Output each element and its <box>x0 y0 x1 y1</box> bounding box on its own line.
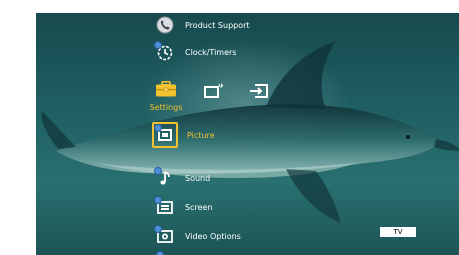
blue-dot-icon <box>154 124 162 132</box>
menu-item-label: Sound <box>185 173 211 183</box>
dolphin-background-image <box>41 41 459 223</box>
menu-item-label: Clock/Timers <box>185 47 237 57</box>
input-source-badge: TV <box>380 227 416 237</box>
music-note-icon <box>154 167 176 189</box>
phone-icon <box>154 14 176 36</box>
screen-icon <box>154 196 176 218</box>
blue-dot-icon <box>156 251 164 255</box>
external-inputs-icon[interactable] <box>204 83 224 103</box>
menu-item-clock-timers[interactable]: Clock/Timers <box>154 41 236 63</box>
blue-dot-icon <box>154 196 162 204</box>
menu-item-screen[interactable]: Screen <box>154 196 213 218</box>
input-icon[interactable] <box>249 83 269 103</box>
menu-item-label: Product Support <box>185 20 250 30</box>
menu-item-label: Video Options <box>185 231 241 241</box>
tv-screen: Product Support Clock/Timers Settings Pi… <box>36 13 459 255</box>
menu-item-sound[interactable]: Sound <box>154 167 210 189</box>
category-settings-label: Settings <box>149 103 183 112</box>
video-options-icon <box>154 225 176 247</box>
blue-dot-icon <box>154 41 162 49</box>
picture-icon <box>152 122 178 148</box>
menu-item-video-options[interactable]: Video Options <box>154 225 241 247</box>
toolbox-icon <box>155 81 177 101</box>
menu-item-label: Screen <box>185 202 213 212</box>
menu-item-label: Picture <box>187 130 215 140</box>
blue-dot-icon <box>154 167 162 175</box>
menu-item-picture[interactable]: Picture <box>152 122 215 148</box>
category-settings[interactable]: Settings <box>146 81 186 115</box>
clock-icon <box>154 41 176 63</box>
blue-dot-icon <box>154 225 162 233</box>
menu-item-product-support[interactable]: Product Support <box>154 14 250 36</box>
